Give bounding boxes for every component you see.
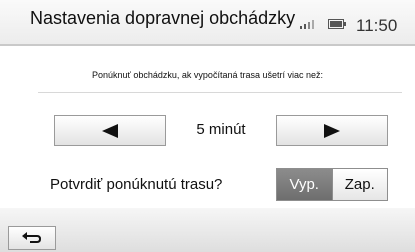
triangle-right-icon	[324, 123, 340, 138]
page-title: Nastavenia dopravnej obchádzky	[30, 8, 296, 28]
increase-duration-button[interactable]	[276, 115, 388, 146]
confirm-route-toggle: Vyp. Zap.	[276, 168, 388, 201]
signal-strength-icon	[300, 16, 316, 34]
status-bar: Nastavenia dopravnej obchádzky 11:50	[0, 0, 415, 44]
clock: 11:50	[356, 16, 398, 35]
confirm-route-label: Potvrdiť ponúknutú trasu?	[50, 176, 223, 193]
header-divider	[0, 44, 415, 46]
battery-icon	[328, 16, 346, 34]
decrease-duration-button[interactable]	[54, 115, 166, 146]
return-arrow-icon	[22, 232, 42, 243]
duration-value: 5 minút	[196, 121, 246, 138]
toggle-off-option[interactable]: Vyp.	[277, 169, 332, 200]
prompt-divider	[38, 92, 402, 93]
triangle-left-icon	[102, 123, 118, 138]
back-button[interactable]	[8, 226, 56, 250]
footer-bar	[0, 208, 415, 252]
detour-prompt: Ponúknuť obchádzku, ak vypočítaná trasa …	[91, 70, 323, 80]
toggle-on-option[interactable]: Zap.	[331, 169, 387, 200]
